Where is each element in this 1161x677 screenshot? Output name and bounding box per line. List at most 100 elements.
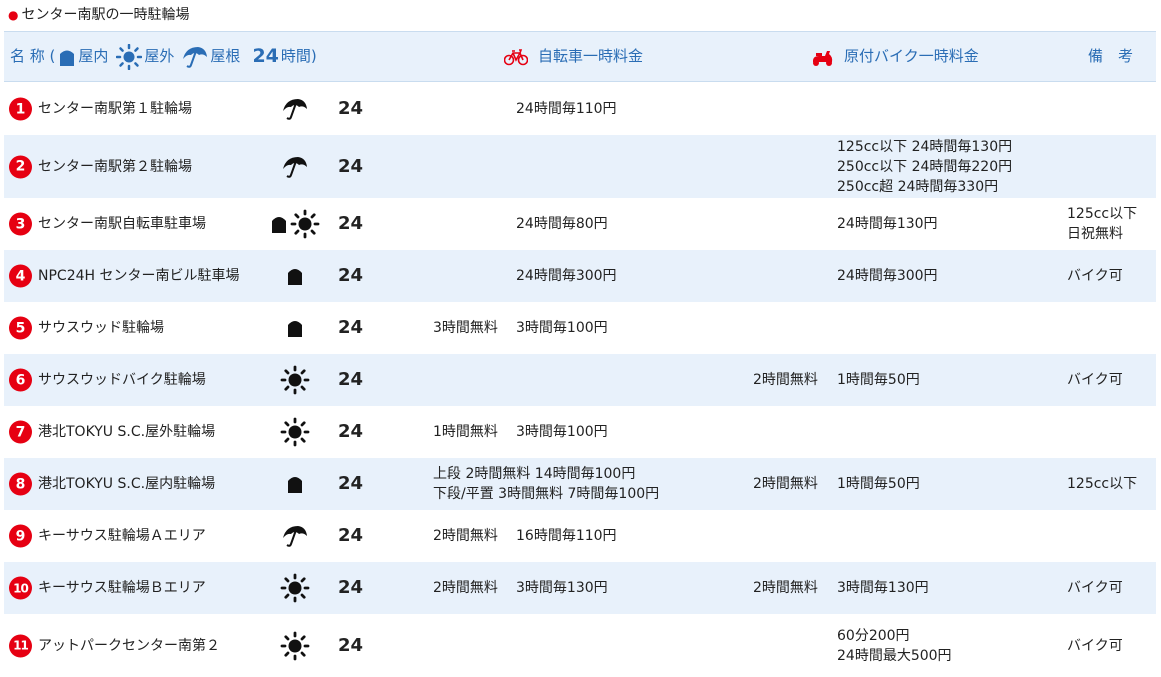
table-row: 5 サウスウッド駐輪場 24 3時間無料 3時間毎100円 <box>4 302 1156 354</box>
legend: 名 称 ( 屋内 屋外 屋根 24 時間) <box>10 32 317 81</box>
building-icon <box>272 217 286 233</box>
bicycle-fee: 3時間毎100円 <box>516 424 608 440</box>
building-icon <box>60 50 75 66</box>
red-dot-icon: ● <box>8 8 19 22</box>
building-icon <box>288 321 302 337</box>
moped-free-time: 2時間無料 <box>753 372 818 388</box>
table-row: 9 キーサウス駐輪場Ａエリア 24 2時間無料 16時間毎110円 <box>4 510 1156 562</box>
umbrella-icon <box>283 526 307 547</box>
facility-type-icons <box>266 83 324 135</box>
facility-type-icons <box>266 406 324 458</box>
notes: 125cc以下 <box>1067 458 1137 510</box>
hours-24: 24 <box>338 98 364 119</box>
moped-fee-line: 250cc超 24時間毎330円 <box>837 178 999 195</box>
table-header: 名 称 ( 屋内 屋外 屋根 24 時間) 自転車一時料金 原付バイク一時料金 … <box>4 31 1156 82</box>
notes-line: バイク可 <box>1067 580 1123 596</box>
moped-free-time: 2時間無料 <box>753 580 818 596</box>
notes-line: バイク可 <box>1067 372 1123 388</box>
table-row: 6 サウスウッドバイク駐輪場 24 2時間無料 1時間毎50円 バイク可 <box>4 354 1156 406</box>
facility-name: キーサウス駐輪場Ｂエリア <box>38 580 206 596</box>
bicycle-fee: 24時間毎300円 <box>516 268 617 284</box>
legend-indoor: 屋内 <box>59 32 108 81</box>
row-number-badge: 4 <box>9 264 32 288</box>
facility-type-icons <box>266 250 324 302</box>
bicycle-fee: 3時間毎130円 <box>516 580 608 596</box>
row-number-badge: 2 <box>9 155 32 178</box>
moped-fee: 24時間毎300円 <box>837 250 938 302</box>
moped-fee-line: 1時間毎50円 <box>837 476 920 492</box>
facility-type-icons <box>266 614 324 677</box>
bicycle-icon <box>504 48 528 65</box>
facility-name: キーサウス駐輪場Ａエリア <box>38 528 206 544</box>
table-row: 4 NPC24H センター南ビル駐車場 24 24時間毎300円 24時間毎300円 バイ… <box>4 250 1156 302</box>
bicycle-free-time: 2時間無料 <box>433 580 498 596</box>
moped-fee: 3時間毎130円 <box>837 562 929 614</box>
name-column-label: 名 称 ( <box>10 47 56 65</box>
table-row: 7 港北TOKYU S.C.屋外駐輪場 24 1時間無料 3時間毎100円 <box>4 406 1156 458</box>
moped-fee: 1時間毎50円 <box>837 354 920 406</box>
moped-fee: 60分200円 24時間最大500円 <box>837 614 952 677</box>
row-number-badge: 6 <box>9 368 32 392</box>
moped-fee-line: 250cc以下 24時間毎220円 <box>837 158 1013 175</box>
facility-type-icons <box>266 198 324 250</box>
facility-type-icons <box>266 302 324 354</box>
bicycle-fee: 上段 2時間無料 14時間毎100円 下段/平置 3時間無料 7時間毎100円 <box>433 458 659 510</box>
notes: バイク可 <box>1067 250 1123 302</box>
row-number-badge: 5 <box>9 316 32 340</box>
bicycle-fee: 24時間毎80円 <box>516 216 608 232</box>
bicycle-fee: 3時間毎100円 <box>516 320 608 336</box>
hours-24: 24 <box>338 317 364 338</box>
row-number-badge: 7 <box>9 420 32 444</box>
row-number-badge: 11 <box>9 634 32 657</box>
moped-fee-line: 3時間毎130円 <box>837 580 929 596</box>
facility-name: サウスウッド駐輪場 <box>38 320 164 336</box>
legend-outdoor: 屋外 <box>116 32 174 81</box>
facility-name: 港北TOKYU S.C.屋内駐輪場 <box>38 476 216 492</box>
sun-icon <box>116 43 143 70</box>
notes-line: バイク可 <box>1067 268 1123 284</box>
notes-line: 125cc以下 <box>1067 476 1138 492</box>
moped-fee-header: 原付バイク一時料金 <box>810 32 979 81</box>
moped-fee-line: 24時間毎300円 <box>837 268 938 284</box>
moped-fee-line: 24時間毎130円 <box>837 216 938 232</box>
moped-fee: 1時間毎50円 <box>837 458 920 510</box>
hours-24: 24 <box>338 634 364 656</box>
table-row: 10 キーサウス駐輪場Ｂエリア 24 2時間無料 3時間毎130円 2時間無料 3時間毎13… <box>4 562 1156 614</box>
facility-name: センター南駅第２駐輪場 <box>38 158 192 175</box>
notes-line: 日祝無料 <box>1067 226 1123 242</box>
facility-name: 港北TOKYU S.C.屋外駐輪場 <box>38 424 216 440</box>
hours-24: 24 <box>338 369 364 390</box>
notes: バイク可 <box>1067 354 1123 406</box>
facility-name: NPC24H センター南ビル駐車場 <box>38 268 240 284</box>
sun-icon <box>280 631 310 660</box>
sun-icon <box>280 365 310 395</box>
facility-type-icons <box>266 510 324 562</box>
facility-name: センター南駅自転車駐車場 <box>38 216 206 232</box>
facility-name: サウスウッドバイク駐輪場 <box>38 372 206 388</box>
sun-icon <box>280 573 310 603</box>
moped-fee: 125cc以下 24時間毎130円 250cc以下 24時間毎220円 250cc超… <box>837 135 1012 198</box>
facility-name: センター南駅第１駐輪場 <box>38 101 192 117</box>
moped-fee-line: 1時間毎50円 <box>837 372 920 388</box>
sun-icon <box>280 417 310 447</box>
notes: 125cc以下 日祝無料 <box>1067 198 1137 250</box>
notes-line: 125cc以下 <box>1067 206 1138 222</box>
bicycle-free-time: 1時間無料 <box>433 424 498 440</box>
bicycle-free-time: 2時間無料 <box>433 528 498 544</box>
table-row: 3 センター南駅自転車駐車場 24 24時間毎80円 24時間毎130円 125cc以下日… <box>4 198 1156 250</box>
moped-fee-line: 60分200円 <box>837 627 910 644</box>
page-title: ● センター南駅の一時駐輪場 <box>8 7 190 23</box>
notes-header: 備 考 <box>1088 47 1134 65</box>
row-number-badge: 9 <box>9 524 32 548</box>
hours-24: 24 <box>338 473 364 494</box>
notes: バイク可 <box>1067 562 1123 614</box>
hours-24: 24 <box>338 213 364 234</box>
bicycle-fee: 16時間毎110円 <box>516 528 617 544</box>
hours-24: 24 <box>338 265 364 286</box>
table-row: 11 アットパークセンター南第２ 24 60分200円 24時間最大500円 バイク可 <box>4 614 1156 677</box>
facility-type-icons <box>266 562 324 614</box>
bicycle-fee-header: 自転車一時料金 <box>504 32 643 81</box>
umbrella-icon <box>283 156 307 178</box>
moped-fee-line: 24時間最大500円 <box>837 647 952 664</box>
notes: バイク可 <box>1067 614 1123 677</box>
